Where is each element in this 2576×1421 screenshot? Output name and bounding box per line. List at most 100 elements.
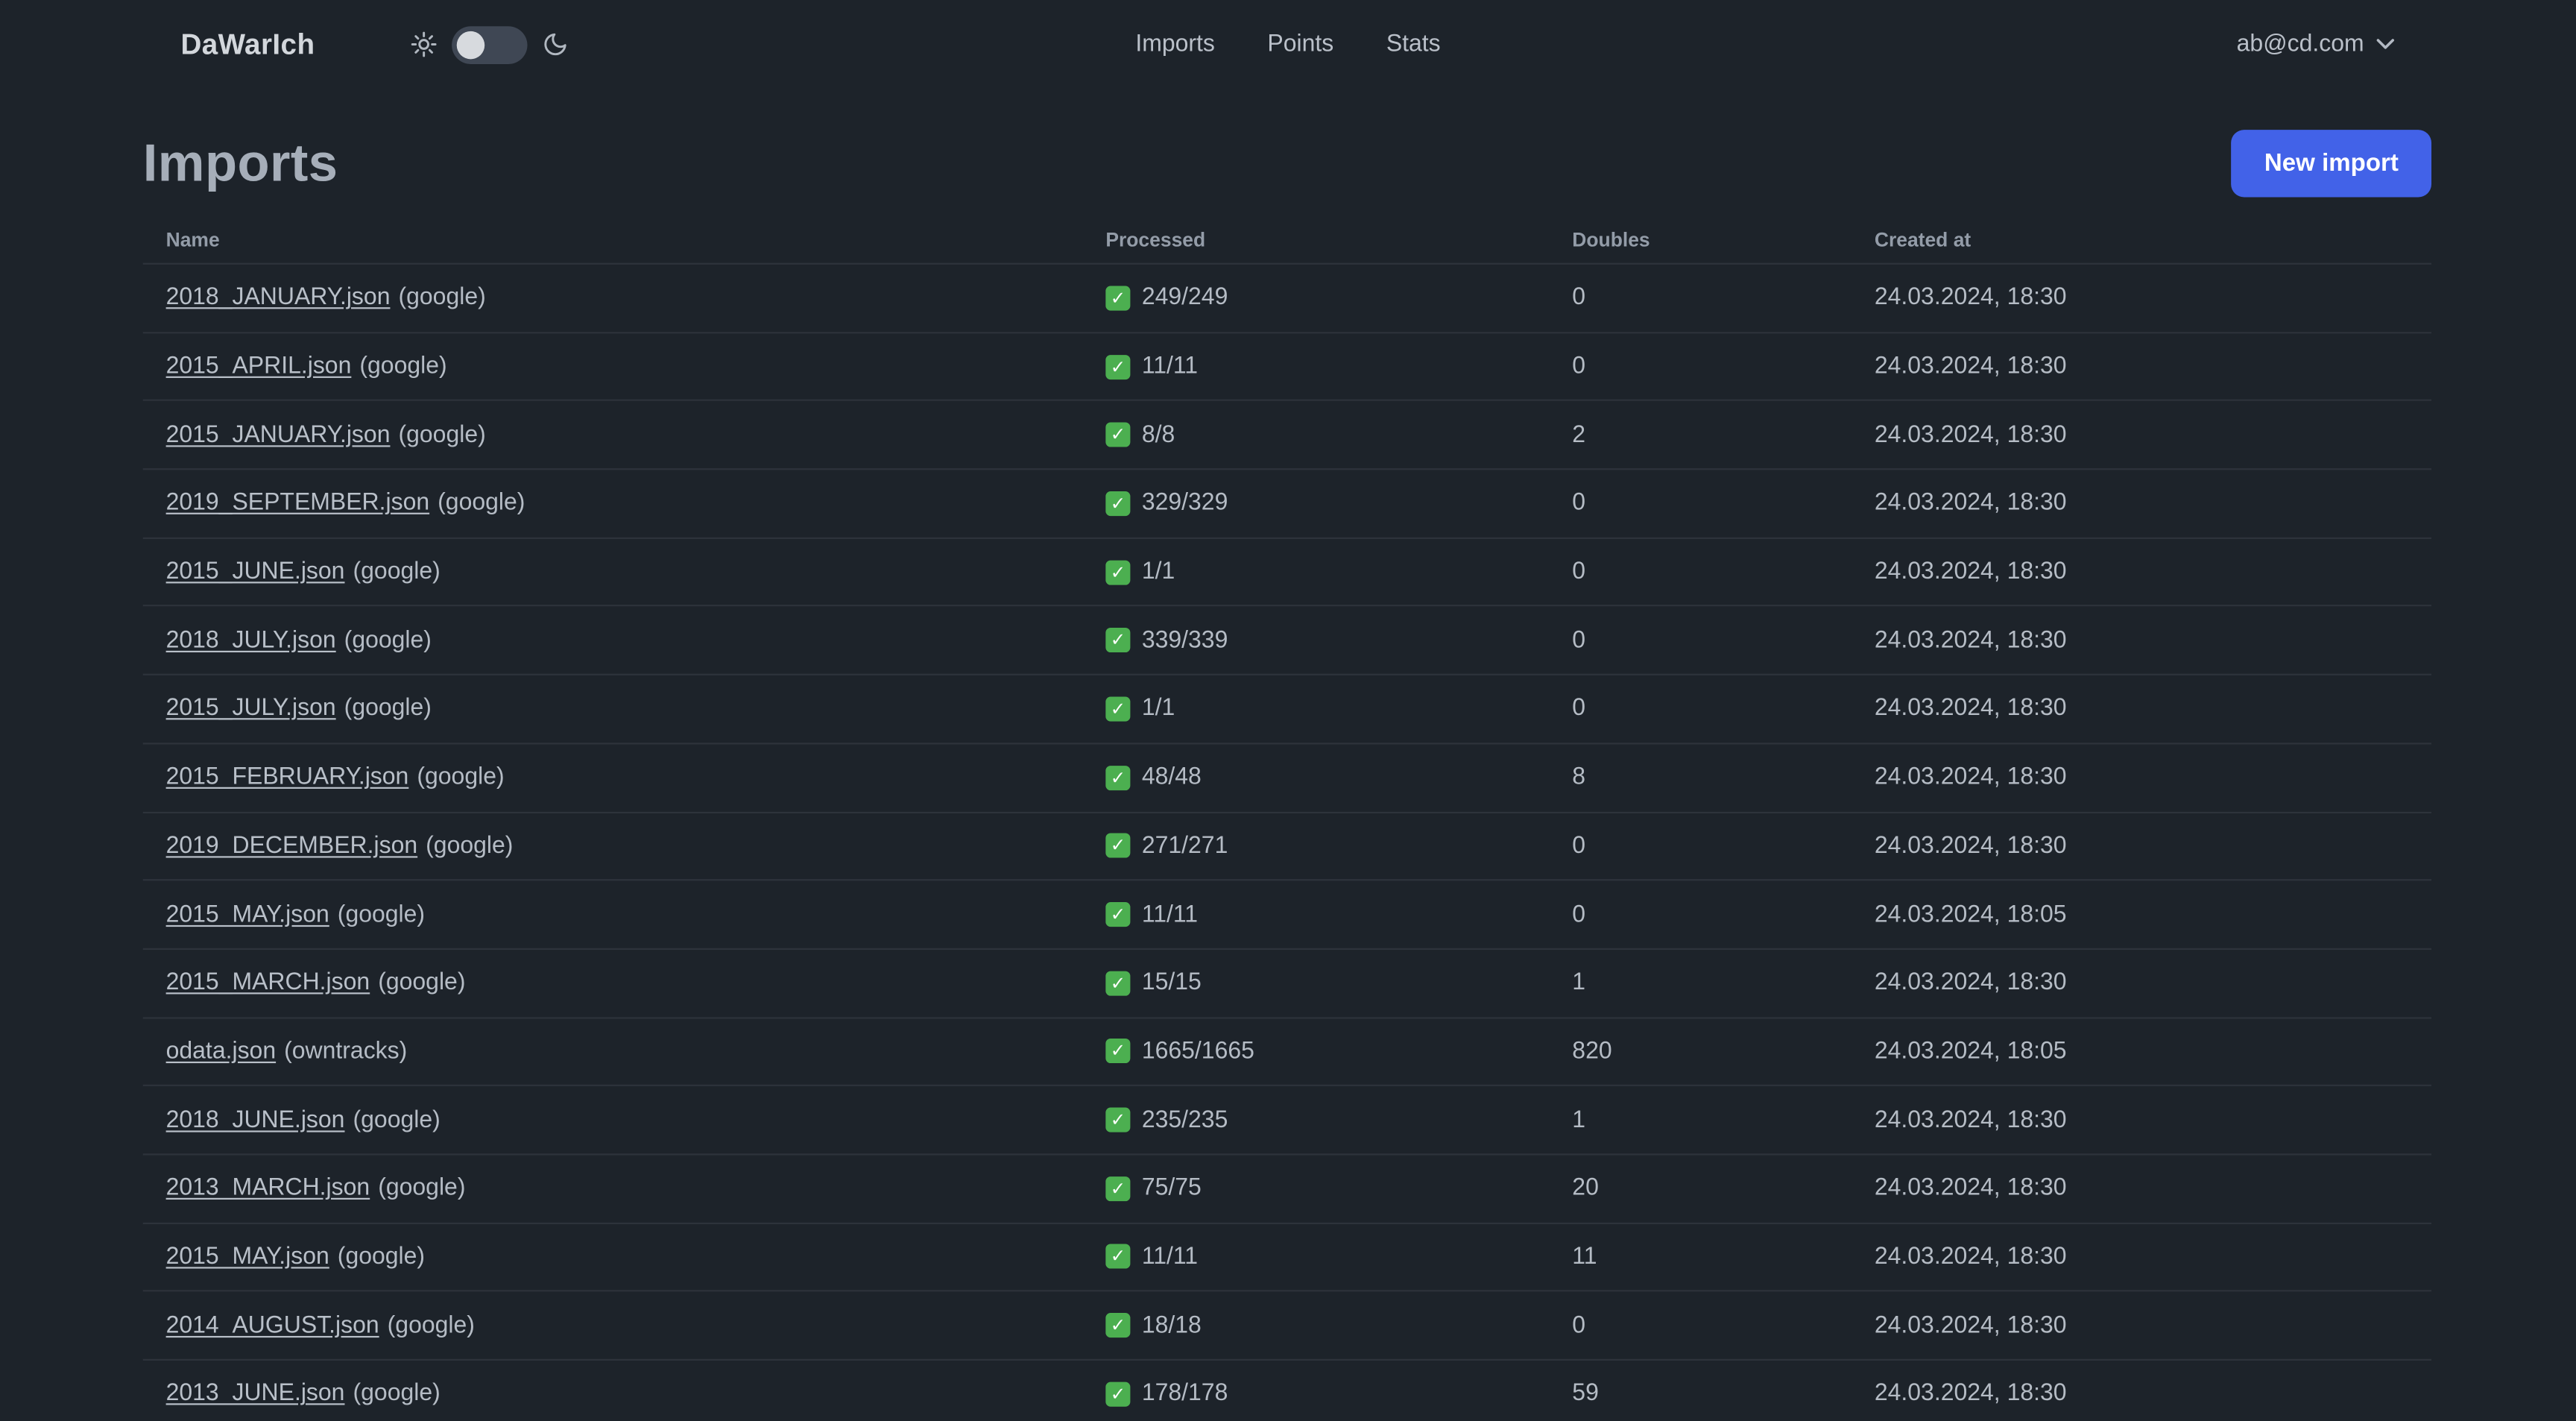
processed-count: 18/18 bbox=[1141, 1312, 1202, 1339]
import-file-link[interactable]: 2015_FEBRUARY.json bbox=[166, 764, 409, 790]
check-icon: ✓ bbox=[1105, 422, 1131, 447]
import-source: (google) bbox=[426, 833, 514, 860]
table-row: 2015_JANUARY.json (google) ✓ 8/8 2 24.03.… bbox=[142, 402, 2432, 470]
import-file-link[interactable]: 2015_MAY.json bbox=[166, 1244, 329, 1270]
processed-count: 1/1 bbox=[1141, 558, 1175, 585]
created-at: 24.03.2024, 18:30 bbox=[1874, 1381, 2067, 1408]
name-cell: 2015_MARCH.json (google) bbox=[166, 970, 1106, 996]
sun-icon bbox=[410, 31, 436, 57]
table-row: 2018_JULY.json (google) ✓ 339/339 0 24.03… bbox=[142, 607, 2432, 676]
import-file-link[interactable]: 2015_MARCH.json bbox=[166, 970, 370, 996]
import-file-link[interactable]: 2015_APRIL.json bbox=[166, 353, 352, 379]
import-file-link[interactable]: 2015_JUNE.json bbox=[166, 559, 345, 585]
import-file-link[interactable]: 2015_JULY.json bbox=[166, 696, 336, 722]
nav-item-stats[interactable]: Stats bbox=[1386, 31, 1441, 57]
name-cell: 2015_MAY.json (google) bbox=[166, 1244, 1106, 1270]
import-file-link[interactable]: 2015_MAY.json bbox=[166, 901, 329, 927]
processed-count: 249/249 bbox=[1141, 285, 1228, 312]
check-icon: ✓ bbox=[1105, 696, 1131, 722]
import-file-link[interactable]: 2015_JANUARY.json bbox=[166, 422, 391, 448]
user-email: ab@cd.com bbox=[2236, 31, 2364, 58]
processed-cell: ✓ 178/178 bbox=[1105, 1381, 1572, 1407]
name-cell: 2015_APRIL.json (google) bbox=[166, 353, 1106, 379]
processed-count: 1665/1665 bbox=[1141, 1038, 1254, 1065]
created-at: 24.03.2024, 18:30 bbox=[1874, 627, 2067, 654]
table-row: 2018_JANUARY.json (google) ✓ 249/249 0 24… bbox=[142, 265, 2432, 333]
app-logo[interactable]: DaWarIch bbox=[180, 27, 315, 61]
import-file-link[interactable]: 2014_AUGUST.json bbox=[166, 1312, 379, 1338]
processed-cell: ✓ 1/1 bbox=[1105, 559, 1572, 585]
doubles-count: 0 bbox=[1572, 833, 1586, 860]
import-source: (google) bbox=[398, 421, 486, 449]
table-row: 2013_JUNE.json (google) ✓ 178/178 59 24.0… bbox=[143, 1361, 2431, 1421]
nav-item-imports[interactable]: Imports bbox=[1135, 31, 1215, 57]
processed-cell: ✓ 271/271 bbox=[1105, 833, 1572, 859]
processed-cell: ✓ 11/11 bbox=[1105, 901, 1572, 927]
table-row: 2015_MAY.json (google) ✓ 11/11 11 24.03.2… bbox=[142, 1223, 2432, 1293]
new-import-button[interactable]: New import bbox=[2231, 130, 2432, 198]
doubles-count: 1 bbox=[1572, 1106, 1586, 1133]
processed-cell: ✓ 1/1 bbox=[1105, 696, 1572, 722]
import-source: (google) bbox=[353, 1381, 441, 1408]
doubles-count: 0 bbox=[1572, 1312, 1586, 1339]
check-icon: ✓ bbox=[1105, 1381, 1131, 1407]
name-cell: 2015_JANUARY.json (google) bbox=[166, 422, 1106, 448]
processed-cell: ✓ 48/48 bbox=[1105, 764, 1572, 791]
doubles-count: 11 bbox=[1572, 1244, 1597, 1270]
check-icon: ✓ bbox=[1105, 970, 1131, 996]
processed-cell: ✓ 1665/1665 bbox=[1105, 1039, 1572, 1065]
doubles-count: 2 bbox=[1572, 421, 1586, 449]
created-at: 24.03.2024, 18:30 bbox=[1874, 490, 2067, 517]
processed-cell: ✓ 8/8 bbox=[1105, 422, 1572, 448]
doubles-count: 0 bbox=[1572, 627, 1586, 654]
doubles-count: 20 bbox=[1572, 1175, 1599, 1202]
processed-count: 11/11 bbox=[1141, 1244, 1199, 1270]
check-icon: ✓ bbox=[1105, 559, 1131, 585]
doubles-count: 0 bbox=[1572, 901, 1586, 928]
imports-table-body: 2018_JANUARY.json (google) ✓ 249/249 0 24… bbox=[142, 262, 2432, 1421]
page-header: Imports New import bbox=[142, 130, 2432, 198]
created-at: 24.03.2024, 18:30 bbox=[1874, 696, 2067, 722]
name-cell: 2015_MAY.json (google) bbox=[166, 901, 1106, 927]
check-icon: ✓ bbox=[1105, 1244, 1131, 1270]
import-source: (google) bbox=[337, 901, 426, 928]
page-title: Imports bbox=[142, 133, 338, 192]
processed-cell: ✓ 339/339 bbox=[1105, 627, 1572, 654]
column-header-name: Name bbox=[165, 228, 220, 252]
table-row: 2015_FEBRUARY.json (google) ✓ 48/48 8 24.… bbox=[142, 744, 2432, 813]
import-file-link[interactable]: 2018_JUNE.json bbox=[166, 1107, 345, 1133]
doubles-count: 0 bbox=[1572, 285, 1586, 312]
import-file-link[interactable]: 2013_MARCH.json bbox=[166, 1176, 370, 1202]
name-cell: 2013_JUNE.json (google) bbox=[166, 1381, 1106, 1407]
import-source: (google) bbox=[438, 490, 525, 517]
doubles-count: 820 bbox=[1572, 1038, 1612, 1065]
created-at: 24.03.2024, 18:05 bbox=[1874, 1038, 2067, 1065]
user-menu[interactable]: ab@cd.com bbox=[2237, 31, 2396, 57]
theme-toggle[interactable] bbox=[451, 25, 527, 63]
created-at: 24.03.2024, 18:30 bbox=[1874, 285, 2067, 312]
import-file-link[interactable]: 2013_JUNE.json bbox=[166, 1381, 345, 1407]
processed-cell: ✓ 329/329 bbox=[1105, 491, 1572, 517]
name-cell: 2013_MARCH.json (google) bbox=[166, 1176, 1106, 1202]
nav-item-points[interactable]: Points bbox=[1267, 31, 1333, 57]
check-icon: ✓ bbox=[1105, 628, 1131, 653]
name-cell: 2018_JUNE.json (google) bbox=[166, 1107, 1106, 1133]
name-cell: odata.json (owntracks) bbox=[166, 1039, 1106, 1065]
import-source: (google) bbox=[344, 627, 432, 654]
column-header-processed: Processed bbox=[1105, 228, 1206, 252]
imports-table: Name Processed Doubles Created at 2018_J… bbox=[142, 217, 2432, 1421]
created-at: 24.03.2024, 18:30 bbox=[1874, 1106, 2067, 1133]
import-file-link[interactable]: 2018_JULY.json bbox=[166, 627, 336, 653]
import-file-link[interactable]: 2019_DECEMBER.json bbox=[166, 833, 418, 859]
import-file-link[interactable]: 2018_JANUARY.json bbox=[166, 285, 391, 311]
table-row: 2018_JUNE.json (google) ✓ 235/235 1 24.03… bbox=[142, 1086, 2432, 1156]
processed-cell: ✓ 249/249 bbox=[1105, 285, 1572, 311]
processed-count: 48/48 bbox=[1141, 764, 1202, 791]
theme-toggle-group bbox=[410, 25, 568, 63]
import-source: (google) bbox=[353, 1106, 441, 1133]
import-file-link[interactable]: odata.json bbox=[166, 1039, 277, 1065]
check-icon: ✓ bbox=[1105, 286, 1131, 311]
table-row: 2014_AUGUST.json (google) ✓ 18/18 0 24.03… bbox=[142, 1292, 2432, 1361]
table-row: 2015_MAY.json (google) ✓ 11/11 0 24.03.20… bbox=[142, 881, 2432, 950]
import-file-link[interactable]: 2019_SEPTEMBER.json bbox=[166, 491, 430, 517]
